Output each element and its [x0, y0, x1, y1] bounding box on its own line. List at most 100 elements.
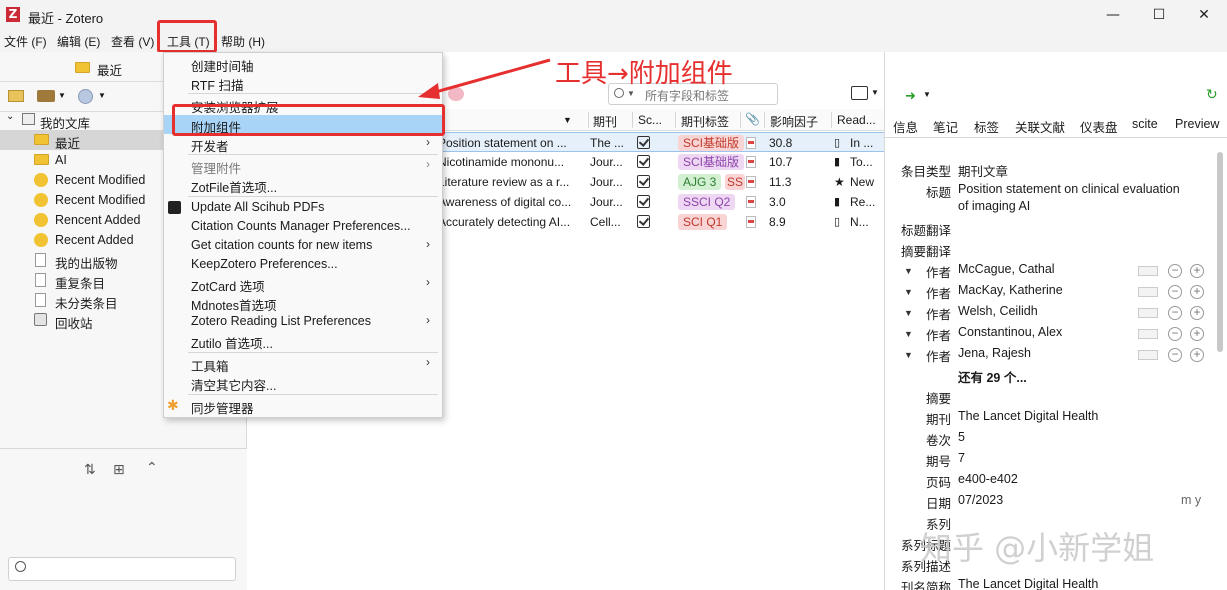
menu-item-clear-other-content[interactable]: 清空其它内容... [164, 373, 442, 393]
column-read-status[interactable]: Read... [837, 113, 876, 127]
expand-icon[interactable]: ⌃ [146, 459, 158, 476]
tab-related[interactable]: 关联文献 [1015, 117, 1065, 136]
minus-icon[interactable]: − [1168, 348, 1182, 362]
plus-icon[interactable]: + [1190, 306, 1204, 320]
field-value[interactable]: The Lancet Digital Health [958, 577, 1098, 590]
tag-filter-input[interactable] [8, 557, 236, 581]
locate-icon[interactable] [851, 86, 868, 100]
tree-view-icon[interactable]: ⊞ [113, 461, 125, 478]
minus-icon[interactable]: − [1168, 264, 1182, 278]
minus-icon[interactable]: − [1168, 285, 1182, 299]
minimize-button[interactable]: — [1090, 0, 1136, 30]
chevron-down-icon[interactable]: ▼ [563, 115, 572, 125]
refresh-icon[interactable]: ↻ [1206, 86, 1218, 103]
menu-item-update-scihub-pdfs[interactable]: Update All Scihub PDFs [164, 198, 442, 217]
menu-view[interactable]: 查看 (V) [111, 33, 154, 50]
tab-info[interactable]: 信息 [893, 117, 918, 136]
author-name[interactable]: MacKay, Katherine [958, 283, 1063, 297]
switch-icon[interactable] [1138, 266, 1158, 276]
author-name[interactable]: McCague, Cathal [958, 262, 1055, 276]
checkbox[interactable] [637, 155, 650, 168]
author-name[interactable]: Jena, Rajesh [958, 346, 1031, 360]
pdf-icon[interactable] [746, 196, 756, 208]
arrow-right-icon[interactable]: ➜ [905, 88, 916, 104]
author-name[interactable]: Constantinou, Alex [958, 325, 1062, 339]
minus-icon[interactable]: − [1168, 306, 1182, 320]
menu-item-sync-manager[interactable]: ✱ 同步管理器 [164, 396, 442, 416]
tab-scite[interactable]: scite [1132, 117, 1158, 131]
plus-icon[interactable]: + [1190, 264, 1204, 278]
more-authors-link[interactable]: 还有 29 个... [958, 367, 1027, 386]
switch-icon[interactable] [1138, 350, 1158, 360]
menu-item-zotfile-preferences[interactable]: ZotFile首选项... [164, 175, 442, 195]
sort-icon[interactable]: ⇅ [84, 461, 96, 478]
chevron-down-icon[interactable]: ▼ [904, 287, 913, 297]
chevron-down-icon[interactable]: ▼ [58, 91, 66, 100]
scrollbar[interactable] [1217, 152, 1223, 352]
switch-icon[interactable] [1138, 287, 1158, 297]
menu-item-get-citation-counts[interactable]: Get citation counts for new items › [164, 236, 442, 255]
chevron-down-icon[interactable]: ▼ [904, 308, 913, 318]
checkbox[interactable] [637, 195, 650, 208]
plus-icon[interactable]: + [1190, 327, 1204, 341]
plus-icon[interactable]: + [1190, 348, 1204, 362]
menu-item-citation-counts-preferences[interactable]: Citation Counts Manager Preferences... [164, 217, 442, 236]
field-value[interactable]: 7 [958, 451, 965, 465]
field-label: 日期 [926, 497, 952, 511]
field-value[interactable]: Position statement on clinical evaluatio… [958, 182, 1180, 196]
pdf-icon[interactable] [746, 216, 756, 228]
menu-edit[interactable]: 编辑 (E) [57, 33, 100, 50]
maximize-button[interactable]: ☐ [1136, 0, 1182, 30]
field-value[interactable]: e400-e402 [958, 472, 1018, 486]
sync-icon[interactable] [78, 89, 93, 104]
column-journal[interactable]: 期刊 [593, 113, 617, 130]
minus-icon[interactable]: − [1168, 327, 1182, 341]
chevron-down-icon[interactable]: ▼ [627, 89, 635, 98]
menu-file[interactable]: 文件 (F) [4, 33, 47, 50]
checkbox[interactable] [637, 136, 650, 149]
menu-item-developer[interactable]: 开发者 › [164, 134, 442, 154]
tab-preview[interactable]: Preview [1175, 117, 1219, 131]
column-impact-factor[interactable]: 影响因子 [770, 113, 818, 130]
column-journal-tags[interactable]: 期刊标签 [681, 113, 729, 130]
menu-item-keepzotero-preferences[interactable]: KeepZotero Preferences... [164, 255, 442, 274]
checkbox[interactable] [637, 215, 650, 228]
tab-tags[interactable]: 标签 [974, 117, 999, 136]
field-value[interactable]: The Lancet Digital Health [958, 409, 1098, 423]
close-button[interactable]: ✕ [1181, 0, 1227, 30]
duplicates-icon [35, 273, 46, 287]
chevron-right-icon: › [426, 355, 430, 369]
pdf-icon[interactable] [746, 137, 756, 149]
menu-item-mdnotes-preferences[interactable]: Mdnotes首选项 [164, 293, 442, 313]
menu-item-zutilo-preferences[interactable]: Zutilo 首选项... [164, 331, 442, 351]
chevron-down-icon[interactable]: ▼ [98, 91, 106, 100]
author-name[interactable]: Welsh, Ceilidh [958, 304, 1038, 318]
attachment-icon[interactable]: 📎 [745, 112, 760, 126]
chevron-down-icon[interactable]: ▼ [904, 350, 913, 360]
tab-dashboard[interactable]: 仪表盘 [1080, 117, 1118, 136]
column-sc[interactable]: Sc... [638, 113, 662, 127]
switch-icon[interactable] [1138, 329, 1158, 339]
new-collection-icon[interactable] [8, 90, 24, 102]
chevron-down-icon[interactable]: ▼ [923, 90, 931, 99]
chevron-down-icon[interactable]: ⌄ [6, 111, 14, 122]
chevron-down-icon[interactable]: ▼ [871, 88, 879, 97]
tab-notes[interactable]: 笔记 [933, 117, 958, 136]
field-value[interactable]: of imaging AI [958, 199, 1030, 213]
menu-item-manage-attachments[interactable]: 管理附件 › [164, 156, 442, 176]
field-value[interactable]: 07/2023 [958, 493, 1003, 507]
menu-item-zotcard-options[interactable]: ZotCard 选项 › [164, 274, 442, 294]
new-library-icon[interactable] [37, 90, 55, 102]
chevron-down-icon[interactable]: ▼ [904, 329, 913, 339]
pdf-icon[interactable] [746, 176, 756, 188]
chevron-down-icon[interactable]: ▼ [904, 266, 913, 276]
menu-item-reading-list-preferences[interactable]: Zotero Reading List Preferences › [164, 312, 442, 331]
checkbox[interactable] [637, 175, 650, 188]
menu-item-toolbox[interactable]: 工具箱 › [164, 354, 442, 374]
pdf-icon[interactable] [746, 156, 756, 168]
switch-icon[interactable] [1138, 308, 1158, 318]
plus-icon[interactable]: + [1190, 285, 1204, 299]
field-value[interactable]: 期刊文章 [958, 161, 1008, 180]
menu-help[interactable]: 帮助 (H) [221, 33, 265, 50]
field-value[interactable]: 5 [958, 430, 965, 444]
